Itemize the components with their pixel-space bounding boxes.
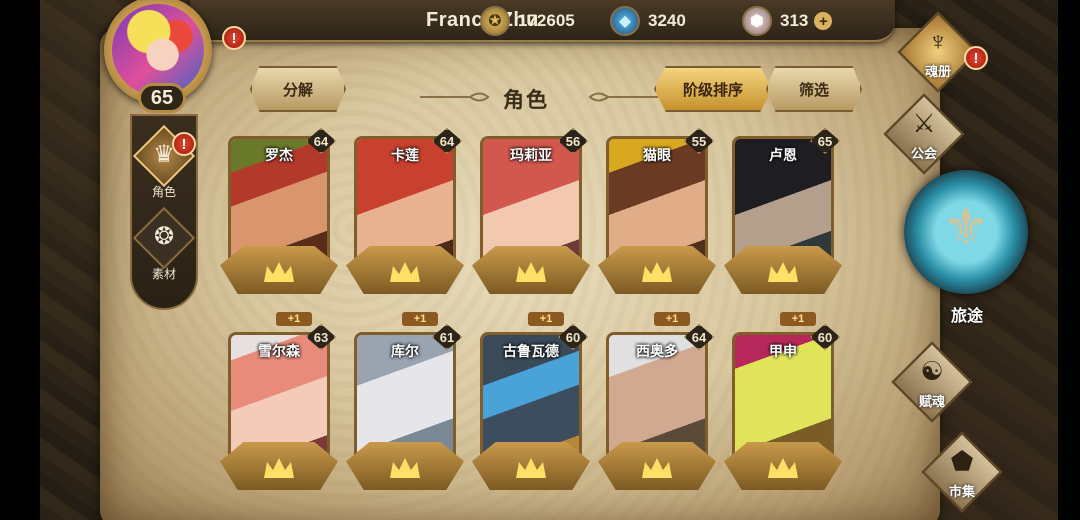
- guild-button[interactable]: ⚔ 公会: [874, 93, 974, 175]
- decompose-button[interactable]: 分解: [250, 66, 346, 112]
- rank-crown-icon: [264, 262, 294, 282]
- soul-grant-label: 赋魂: [918, 394, 945, 409]
- screen-bezel-left: [0, 0, 40, 520]
- hero-card-base: [598, 442, 716, 490]
- soul-book-label: 魂册: [924, 64, 951, 79]
- gem-currency[interactable]: ⬢ 313 +: [742, 6, 833, 36]
- hero-card[interactable]: 卢恩 65: [724, 128, 842, 302]
- flame-swirl-icon: ☯: [920, 356, 944, 386]
- hero-name: 库尔: [391, 343, 419, 359]
- hero-upgrade-badge: +1: [528, 312, 564, 326]
- filter-button[interactable]: 筛选: [766, 66, 862, 112]
- rank-crown-icon: [516, 262, 546, 282]
- hero-upgrade-badge: +1: [654, 312, 690, 326]
- rank-crown-icon: [390, 458, 420, 478]
- gold-coin-icon: ✪: [480, 6, 510, 36]
- rank-crown-icon: [642, 262, 672, 282]
- page-title: 角色: [503, 89, 549, 112]
- crystal-amount: 3240: [648, 11, 686, 30]
- rank-crown-icon: [642, 458, 672, 478]
- gold-currency[interactable]: ✪ 172605: [480, 6, 575, 36]
- title-ornament-right: [588, 92, 658, 102]
- hero-name: 雪尔森: [258, 343, 300, 359]
- hero-upgrade-badge: +1: [402, 312, 438, 326]
- hero-card-base: [472, 246, 590, 294]
- heroes-tab-alert-badge: !: [172, 132, 196, 156]
- hero-name: 玛莉亚: [510, 147, 552, 163]
- hero-card[interactable]: 猫眼 55: [598, 128, 716, 302]
- hero-card[interactable]: 古鲁瓦德 60 +1: [472, 312, 590, 498]
- hero-name: 西奥多: [636, 343, 678, 359]
- hero-card[interactable]: 库尔 61 +1: [346, 312, 464, 498]
- hero-card[interactable]: 甲申 60 +1: [724, 312, 842, 498]
- rank-crown-icon: [516, 458, 546, 478]
- game-scene: FrancisZhu ✪ 172605 ◆ 3240 ⬢ 313 + 65 ! …: [40, 0, 1058, 520]
- hero-card-base: [724, 442, 842, 490]
- rank-crown-icon: [768, 458, 798, 478]
- screen-bezel-right: [1058, 0, 1080, 520]
- journey-label: 旅途: [950, 308, 983, 325]
- rank-crown-icon: [264, 458, 294, 478]
- hero-card-base: [724, 246, 842, 294]
- market-button[interactable]: ⬟ 市集: [912, 431, 1012, 513]
- journey-button[interactable]: ⚜ 旅途: [902, 170, 1032, 330]
- pink-gem-icon: ⬢: [742, 6, 772, 36]
- hero-name: 卢恩: [769, 147, 797, 163]
- hero-upgrade-badge: +1: [276, 312, 312, 326]
- hero-card[interactable]: 卡莲 64: [346, 128, 464, 302]
- market-label: 市集: [948, 484, 975, 499]
- guild-icon: ⚔: [912, 108, 936, 138]
- gold-amount: 172605: [518, 11, 575, 30]
- hero-card[interactable]: 雪尔森 63 +1: [220, 312, 338, 498]
- tab-materials-label: 素材: [151, 267, 176, 281]
- add-gem-button[interactable]: +: [814, 12, 833, 30]
- hero-name: 古鲁瓦德: [503, 343, 559, 359]
- hero-name: 卡莲: [391, 147, 419, 163]
- hero-name: 猫眼: [643, 147, 671, 163]
- tab-heroes-label: 角色: [151, 185, 176, 199]
- material-icon: ❂: [153, 223, 175, 250]
- hero-upgrade-badge: +1: [780, 312, 816, 326]
- hero-card-base: [598, 246, 716, 294]
- hero-card-base: [472, 442, 590, 490]
- hero-card[interactable]: 西奥多 64 +1: [598, 312, 716, 498]
- soul-grant-button[interactable]: ☯ 赋魂: [882, 341, 982, 423]
- gem-amount: 313: [780, 11, 809, 30]
- guild-label: 公会: [910, 146, 937, 161]
- trident-emblem-icon: ⚜: [942, 199, 990, 257]
- top-bar: FrancisZhu ✪ 172605 ◆ 3240 ⬢ 313 +: [190, 0, 895, 42]
- rank-crown-icon: [768, 262, 798, 282]
- soul-book-icon: ♆: [928, 26, 948, 56]
- hero-card[interactable]: 玛莉亚 56: [472, 128, 590, 302]
- player-alert-badge: !: [222, 26, 246, 50]
- hero-card-base: [346, 246, 464, 294]
- hero-name: 罗杰: [265, 147, 293, 163]
- soul-book-button[interactable]: ♆ 魂册: [888, 11, 988, 93]
- crystal-currency[interactable]: ◆ 3240: [610, 6, 686, 36]
- hero-card[interactable]: 罗杰 64: [220, 128, 338, 302]
- hero-card-base: [220, 246, 338, 294]
- hero-card-base: [346, 442, 464, 490]
- hero-card-base: [220, 442, 338, 490]
- gem-crystal-icon: ⬟: [950, 446, 974, 476]
- player-level-badge: 65: [138, 83, 186, 113]
- sort-by-rank-button[interactable]: 阶级排序: [654, 66, 772, 112]
- rank-crown-icon: [390, 262, 420, 282]
- blue-crystal-icon: ◆: [610, 6, 640, 36]
- tab-materials[interactable]: ❂ 素材: [132, 206, 196, 288]
- hero-name: 甲申: [769, 343, 797, 359]
